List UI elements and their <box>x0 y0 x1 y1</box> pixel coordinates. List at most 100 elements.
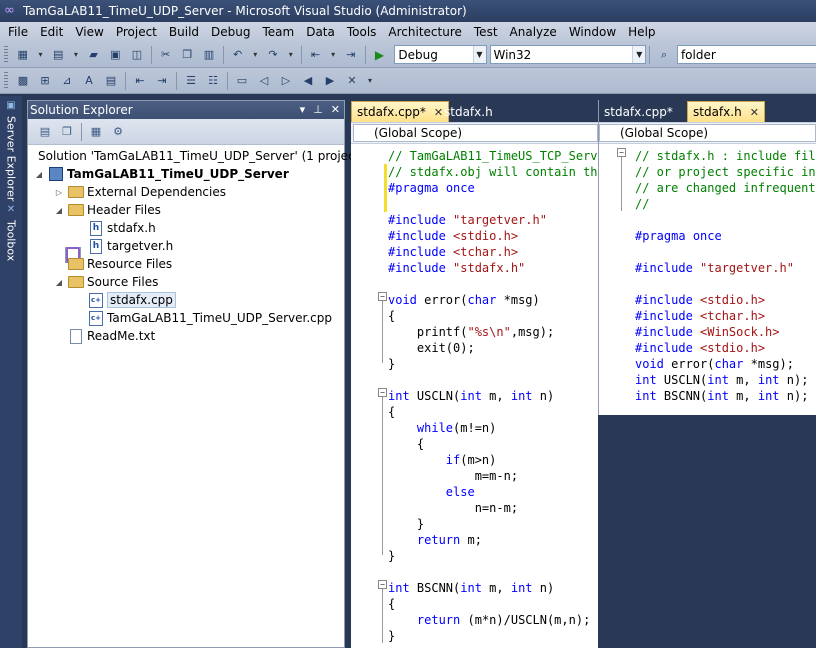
toolbox-tab[interactable]: ✕ Toolbox <box>3 204 19 261</box>
left-code-line[interactable]: return (m*n)/USCLN(m,n); <box>388 612 590 628</box>
paste-icon[interactable]: ▥ <box>201 47 217 63</box>
left-code-line[interactable]: #include "stdafx.h" <box>388 260 525 276</box>
right-code-line[interactable]: void error(char *msg); <box>635 356 794 372</box>
right-code-line[interactable]: #include <tchar.h> <box>635 308 765 324</box>
menu-help[interactable]: Help <box>622 22 661 42</box>
collapse-arrow-icon[interactable]: ◢ <box>34 170 44 179</box>
left-code-line[interactable]: m=m-n; <box>388 468 518 484</box>
left-code-line[interactable]: } <box>388 516 424 532</box>
tree-node-source-files[interactable]: ◢ Source Files <box>54 273 158 291</box>
menu-tools[interactable]: Tools <box>341 22 383 42</box>
left-code-line[interactable]: } <box>388 356 395 372</box>
quick-info-icon[interactable]: A <box>81 73 97 89</box>
right-code-line[interactable]: #include <WinSock.h> <box>635 324 780 340</box>
toggle-bookmark-icon[interactable]: ▭ <box>234 73 250 89</box>
tree-node-main-cpp[interactable]: TamGaLAB11_TimeU_UDP_Server.cpp <box>88 309 332 327</box>
window-position-icon[interactable]: ▾ <box>300 101 306 119</box>
tree-node-header-files[interactable]: ◢ Header Files <box>54 201 161 219</box>
left-code-line[interactable]: while(m!=n) <box>388 420 496 436</box>
parameter-info-icon[interactable]: ⊿ <box>59 73 75 89</box>
left-code-line[interactable]: #include "targetver.h" <box>388 212 547 228</box>
word-complete-icon[interactable]: ▤ <box>103 73 119 89</box>
start-debugging-icon[interactable]: ▶ <box>372 47 388 63</box>
class-diagram-icon[interactable]: ⚙ <box>110 124 126 140</box>
save-icon[interactable]: ▣ <box>107 47 123 63</box>
menu-project[interactable]: Project <box>110 22 163 42</box>
left-code-line[interactable]: } <box>388 628 395 644</box>
right-code-line[interactable]: #pragma once <box>635 228 722 244</box>
comment-lines-icon[interactable]: ☰ <box>183 73 199 89</box>
refresh-icon[interactable]: ▦ <box>88 124 104 140</box>
toolbar-grip[interactable] <box>4 45 8 64</box>
undo-icon[interactable]: ↶ <box>230 47 246 63</box>
tab-stdafx-cpp[interactable]: stdafx.cpp* <box>599 101 678 122</box>
left-code-line[interactable]: // TamGaLAB11_TimeUS_TCP_Server <box>388 148 598 164</box>
dropdown-arrow-icon[interactable]: ▾ <box>249 47 261 63</box>
left-code-line[interactable]: return m; <box>388 532 482 548</box>
tab-stdafx-h[interactable]: stdafx.h ✕ <box>687 101 765 122</box>
menu-test[interactable]: Test <box>468 22 504 42</box>
right-code-line[interactable]: int BSCNN(int m, int n); <box>635 388 808 404</box>
open-file-icon[interactable]: ▰ <box>86 47 102 63</box>
left-code-line[interactable]: if(m>n) <box>388 452 497 468</box>
close-tab-icon[interactable]: ✕ <box>750 106 759 119</box>
left-code-line[interactable]: else <box>388 484 475 500</box>
solution-platform-select[interactable]: Win32 ▼ <box>489 45 647 64</box>
navigate-backward-icon[interactable]: ⇤ <box>308 47 324 63</box>
left-code-line[interactable]: int USCLN(int m, int n) <box>388 388 554 404</box>
tree-node-stdafx-cpp[interactable]: stdafx.cpp <box>88 291 176 309</box>
left-code-line[interactable]: n=n-m; <box>388 500 518 516</box>
right-code-line[interactable]: // <box>635 196 649 212</box>
menu-window[interactable]: Window <box>563 22 622 42</box>
next-bookmark-icon[interactable]: ▷ <box>278 73 294 89</box>
tree-node-solution[interactable]: Solution 'TamGaLAB11_TimeU_UDP_Server' (… <box>38 147 364 263</box>
menu-file[interactable]: File <box>2 22 34 42</box>
server-explorer-tab[interactable]: ▣ Server Explorer <box>3 100 19 201</box>
collapse-arrow-icon[interactable]: ◢ <box>54 206 64 215</box>
scope-select[interactable]: (Global Scope) <box>599 124 816 142</box>
find-input[interactable]: folder <box>676 45 816 64</box>
expand-arrow-icon[interactable]: ▷ <box>54 188 64 197</box>
menu-analyze[interactable]: Analyze <box>504 22 563 42</box>
class-view-icon[interactable]: ⊞ <box>37 73 53 89</box>
dropdown-arrow-icon[interactable]: ▾ <box>327 47 339 63</box>
left-code-area[interactable]: − − − // TamGaLAB11_TimeUS_TCP_Server// … <box>351 144 598 648</box>
properties-icon[interactable]: ▤ <box>37 124 53 140</box>
right-code-area[interactable]: − // stdafx.h : include file// or projec… <box>599 144 816 415</box>
tree-node-external-dependencies[interactable]: ▷ External Dependencies <box>54 183 226 201</box>
copy-icon[interactable]: ❐ <box>179 47 195 63</box>
navigate-forward-icon[interactable]: ⇥ <box>343 47 359 63</box>
save-all-icon[interactable]: ◫ <box>129 47 145 63</box>
menu-team[interactable]: Team <box>256 22 300 42</box>
cut-icon[interactable]: ✂ <box>158 47 174 63</box>
toolbar-grip[interactable] <box>4 71 8 90</box>
left-code-line[interactable]: #pragma once <box>388 180 475 196</box>
show-all-files-icon[interactable]: ❐ <box>59 124 75 140</box>
clear-bookmarks-icon[interactable]: ✕ <box>344 73 360 89</box>
tree-node-project[interactable]: ◢ TamGaLAB11_TimeU_UDP_Server <box>34 165 289 183</box>
increase-indent-icon[interactable]: ⇥ <box>154 73 170 89</box>
right-code-line[interactable]: #include <stdio.h> <box>635 340 765 356</box>
left-code-line[interactable]: void error(char *msg) <box>388 292 540 308</box>
uncomment-lines-icon[interactable]: ☷ <box>205 73 221 89</box>
tree-node-resource-files[interactable]: Resource Files <box>68 255 172 273</box>
left-code-line[interactable]: { <box>388 436 424 452</box>
tab-stdafx-cpp[interactable]: stdafx.cpp* ✕ <box>351 101 450 122</box>
menu-debug[interactable]: Debug <box>205 22 256 42</box>
left-code-line[interactable]: } <box>388 548 395 564</box>
collapse-region-icon[interactable]: − <box>378 292 387 301</box>
left-code-line[interactable]: // stdafx.obj will contain the <box>388 164 598 180</box>
object-browser-icon[interactable]: ▩ <box>15 73 31 89</box>
menu-architecture[interactable]: Architecture <box>382 22 467 42</box>
left-code-line[interactable]: printf("%s\n",msg); <box>388 324 554 340</box>
previous-bookmark-icon[interactable]: ◁ <box>256 73 272 89</box>
menu-edit[interactable]: Edit <box>34 22 69 42</box>
tab-stdafx-h[interactable]: stdafx.h <box>439 101 498 122</box>
right-code-line[interactable]: int USCLN(int m, int n); <box>635 372 808 388</box>
left-code-line[interactable]: { <box>388 404 395 420</box>
left-code-line[interactable]: { <box>388 308 395 324</box>
left-code-line[interactable]: #include <stdio.h> <box>388 228 518 244</box>
dropdown-arrow-icon[interactable]: ▾ <box>70 47 82 63</box>
add-item-icon[interactable]: ▤ <box>50 47 66 63</box>
collapse-region-icon[interactable]: − <box>617 148 626 157</box>
